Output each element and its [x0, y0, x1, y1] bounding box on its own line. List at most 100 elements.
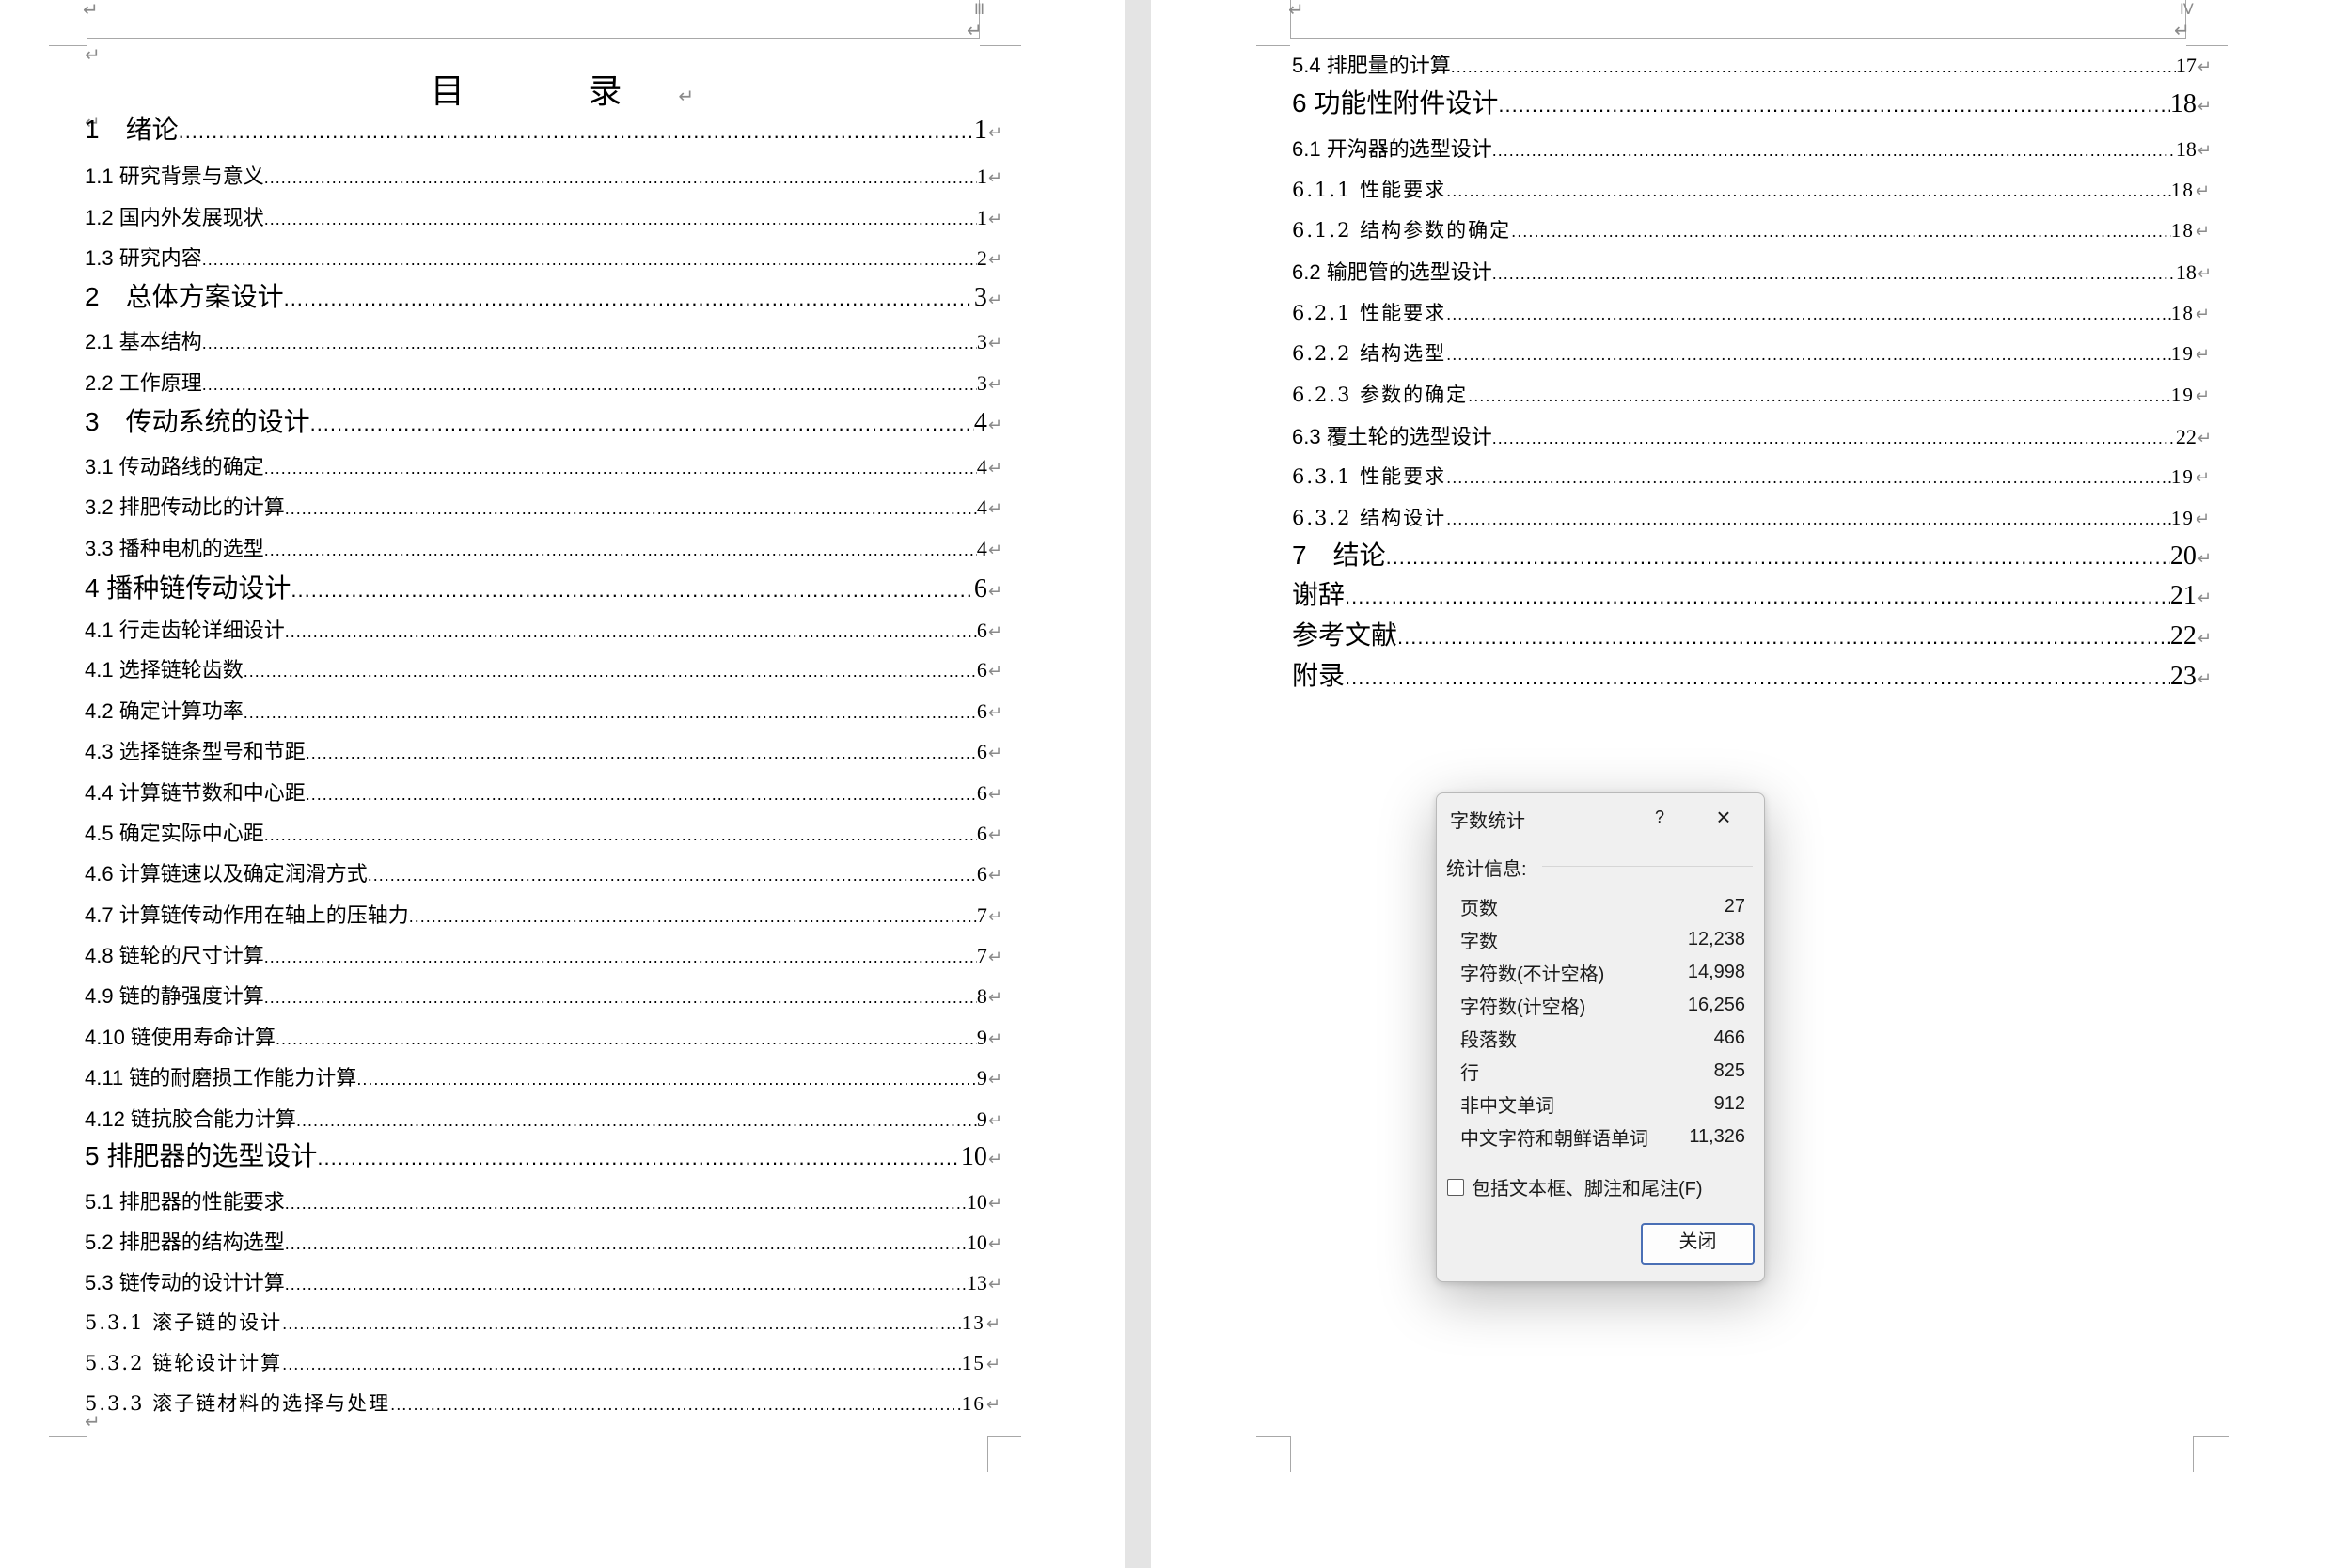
- toc-entry-title: 4.10 链使用寿命计算: [85, 1026, 276, 1049]
- toc-entry[interactable]: 5 排肥器的选型设计 10↵: [85, 1136, 1002, 1173]
- toc-leader-dots: [285, 622, 977, 642]
- toc-entry-page: 18: [2175, 260, 2197, 284]
- toc-leader-dots: [1468, 387, 2171, 405]
- toc-entry[interactable]: 4.7 计算链传动作用在轴上的压轴力 7↵: [85, 899, 1002, 931]
- paragraph-mark: ↵: [987, 334, 1002, 353]
- toc-entry-page: 9: [976, 1107, 987, 1131]
- toc-entry-page: 16: [961, 1392, 985, 1415]
- toc-entry[interactable]: 6.3.2 结构设计 19↵: [1292, 503, 2212, 535]
- toc-entry[interactable]: 4.2 确定计算功率 6↵: [85, 695, 1002, 727]
- paragraph-mark: ↵: [987, 375, 1002, 395]
- stat-row: 段落数 466: [1460, 1022, 1745, 1054]
- toc-entry[interactable]: 4.10 链使用寿命计算 9↵: [85, 1021, 1002, 1053]
- toc-entry[interactable]: 3.3 播种电机的选型 4↵: [85, 532, 1002, 564]
- toc-entry-title: 1.3 研究内容: [85, 246, 202, 270]
- toc-entry[interactable]: 3.2 排肥传动比的计算 4↵: [85, 491, 1002, 523]
- toc-entry-page: 18: [2175, 137, 2197, 161]
- toc-entry-title: 谢辞: [1292, 580, 1346, 609]
- toc-entry[interactable]: 3.1 传动路线的确定 4↵: [85, 450, 1002, 482]
- stat-value: 12,238: [1687, 928, 1745, 949]
- toc-entry[interactable]: 6.3 覆土轮的选型设计 22↵: [1292, 420, 2212, 452]
- toc-entry[interactable]: 6.1 开沟器的选型设计 18↵: [1292, 133, 2212, 165]
- toc-entry[interactable]: 5.3.3 滚子链材料的选择与处理 16↵: [85, 1388, 1002, 1420]
- stat-label: 中文字符和朝鲜语单词: [1460, 1128, 1648, 1150]
- paragraph-mark: ↵: [987, 622, 1002, 642]
- toc-leader-dots: [264, 988, 977, 1008]
- toc-leader-dots: [244, 703, 977, 723]
- toc-entry[interactable]: 4.1 选择链轮齿数 6↵: [85, 653, 1002, 685]
- toc-leader-dots: [1498, 93, 2170, 118]
- toc-entry[interactable]: 6.2.3 参数的确定 19↵: [1292, 380, 2212, 412]
- toc-entry[interactable]: 4.3 选择链条型号和节距 6↵: [85, 735, 1002, 767]
- paragraph-mark: ↵: [967, 19, 983, 41]
- toc-entry-page: 15: [961, 1352, 985, 1374]
- toc-entry[interactable]: 附录 23↵: [1292, 655, 2212, 693]
- stat-row: 字符数(不计空格) 14,998: [1460, 956, 1745, 988]
- toc-entry[interactable]: 4.4 计算链节数和中心距 6↵: [85, 776, 1002, 808]
- toc-entry[interactable]: 4.5 确定实际中心距 6↵: [85, 817, 1002, 849]
- stat-label: 行: [1460, 1062, 1479, 1084]
- toc-entry[interactable]: 1.3 研究内容 2↵: [85, 242, 1002, 274]
- toc-entry[interactable]: 2 总体方案设计 3↵: [85, 276, 1002, 314]
- toc-entry[interactable]: 5.2 排肥器的结构选型 10↵: [85, 1226, 1002, 1258]
- toc-entry-page: 4: [976, 537, 987, 560]
- help-button[interactable]: ?: [1646, 803, 1674, 831]
- toc-entry[interactable]: 6.2.1 性能要求 18↵: [1292, 298, 2212, 330]
- toc-entry-title: 4.5 确定实际中心距: [85, 822, 264, 845]
- toc-entry[interactable]: 6.1.2 结构参数的确定 18↵: [1292, 215, 2212, 247]
- paragraph-mark: ↵: [987, 907, 1002, 927]
- toc-entry-page: 10: [966, 1231, 987, 1254]
- toc-leader-dots: [1492, 141, 2176, 161]
- crop-mark: [49, 1436, 87, 1437]
- toc-entry-title: 4 播种链传动设计: [85, 573, 291, 603]
- toc-entry[interactable]: 4.12 链抗胶合能力计算 9↵: [85, 1103, 1002, 1135]
- toc-entry[interactable]: 5.1 排肥器的性能要求 10↵: [85, 1185, 1002, 1217]
- crop-mark: [1290, 1436, 1291, 1472]
- toc-entry[interactable]: 6.3.1 性能要求 19↵: [1292, 462, 2212, 494]
- toc-entry[interactable]: 1 绪论 1↵: [85, 109, 1002, 147]
- toc-entry[interactable]: 4.9 链的静强度计算 8↵: [85, 980, 1002, 1011]
- paragraph-mark: ↵: [987, 210, 1002, 229]
- toc-entry[interactable]: 5.4 排肥量的计算 17↵: [1292, 49, 2212, 81]
- toc-leader-dots: [368, 866, 977, 886]
- word-count-dialog: 字数统计 ? × 统计信息: 页数 27 字数 12,238 字符数(不计空格) 14,9…: [1436, 792, 1765, 1282]
- toc-entry[interactable]: 谢辞 21↵: [1292, 574, 2212, 612]
- paragraph-mark: ↵: [987, 290, 1002, 310]
- stat-value: 11,326: [1689, 1125, 1745, 1147]
- toc-entry[interactable]: 6.1.1 性能要求 18↵: [1292, 175, 2212, 207]
- include-textboxes-checkbox[interactable]: 包括文本框、脚注和尾注(F): [1447, 1173, 1703, 1200]
- toc-entry[interactable]: 4 播种链传动设计 6↵: [85, 568, 1002, 605]
- stat-value: 466: [1713, 1027, 1745, 1048]
- toc-entry-title: 6.2.2 结构选型: [1292, 342, 1447, 365]
- toc-entry[interactable]: 4.6 计算链速以及确定润滑方式 6↵: [85, 857, 1002, 889]
- toc-entry-title: 参考文献: [1292, 620, 1398, 650]
- toc-leader-dots: [306, 744, 977, 763]
- toc-entry[interactable]: 6 功能性附件设计 18↵: [1292, 83, 2212, 120]
- toc-entry[interactable]: 7 结论 20↵: [1292, 535, 2212, 572]
- toc-entry[interactable]: 4.8 链轮的尺寸计算 7↵: [85, 939, 1002, 971]
- header-rule: [1290, 38, 2186, 39]
- paragraph-mark: ↵: [2195, 510, 2212, 529]
- close-icon[interactable]: ×: [1708, 801, 1740, 833]
- toc-entry[interactable]: 4.11 链的耐磨损工作能力计算 9↵: [85, 1061, 1002, 1093]
- toc-entry[interactable]: 5.3 链传动的设计计算 13↵: [85, 1266, 1002, 1298]
- toc-entry[interactable]: 5.3.1 滚子链的设计 13↵: [85, 1308, 1002, 1340]
- toc-entry[interactable]: 2.1 基本结构 3↵: [85, 325, 1002, 357]
- toc-entry-page: 19: [2170, 384, 2195, 406]
- toc-entry[interactable]: 6.2.2 结构选型 19↵: [1292, 338, 2212, 370]
- toc-entry[interactable]: 1.1 研究背景与意义 1↵: [85, 160, 1002, 192]
- toc-entry[interactable]: 3 传动系统的设计 4↵: [85, 401, 1002, 439]
- toc-entry[interactable]: 5.3.2 链轮设计计算 15↵: [85, 1348, 1002, 1380]
- checkbox-box[interactable]: [1447, 1178, 1464, 1196]
- toc-entry[interactable]: 2.2 工作原理 3↵: [85, 367, 1002, 399]
- toc-entry-title: 5.3.2 链轮设计计算: [85, 1352, 283, 1374]
- paragraph-mark: ↵: [987, 416, 1002, 435]
- close-button[interactable]: 关闭: [1641, 1223, 1755, 1265]
- toc-leader-dots: [264, 825, 977, 845]
- toc-entry[interactable]: 参考文献 22↵: [1292, 615, 2212, 652]
- toc-entry-page: 19: [2170, 342, 2195, 365]
- toc-entry[interactable]: 1.2 国内外发展现状 1↵: [85, 201, 1002, 233]
- toc-entry[interactable]: 6.2 输肥管的选型设计 18↵: [1292, 256, 2212, 288]
- paragraph-mark: ↵: [987, 703, 1002, 723]
- toc-entry[interactable]: 4.1 行走齿轮详细设计 6↵: [85, 614, 1002, 646]
